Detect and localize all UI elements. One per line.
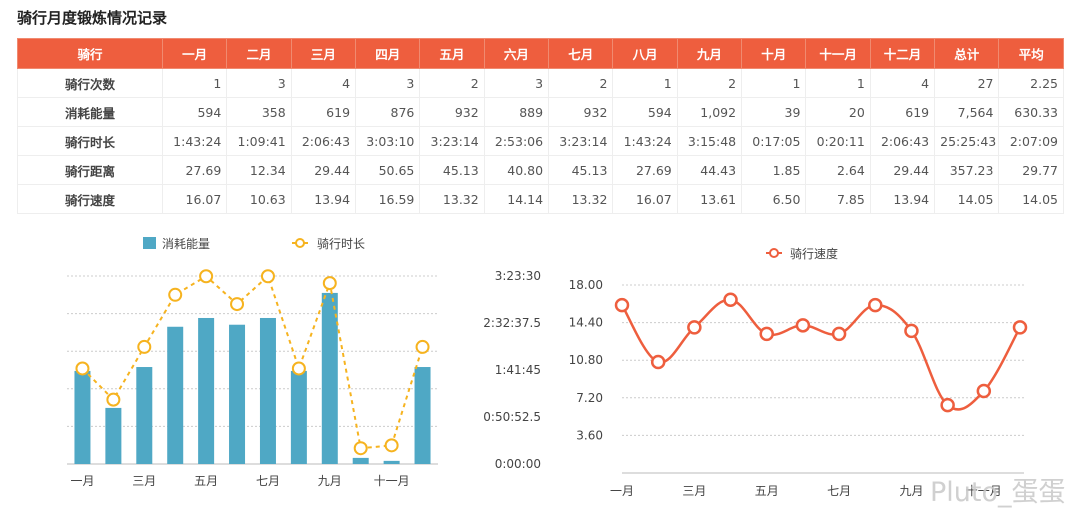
y-tick-label: 7.20 xyxy=(576,391,603,405)
point-duration xyxy=(230,297,245,312)
point-speed xyxy=(614,297,630,313)
line-speed xyxy=(620,298,1022,411)
point-speed xyxy=(868,297,883,313)
right-axis-tick-label: 0:00:00 xyxy=(495,457,541,471)
point-duration xyxy=(168,287,183,302)
x-tick-label: 十一月 xyxy=(374,474,410,488)
point-speed xyxy=(650,354,666,370)
legend-label: 骑行时长 xyxy=(317,237,365,251)
bar-energy xyxy=(74,370,91,464)
bar-energy xyxy=(198,317,215,464)
bar-energy xyxy=(290,370,307,464)
right-axis-tick-label: 3:23:30 xyxy=(495,269,541,283)
point-speed xyxy=(940,397,955,413)
bar-energy xyxy=(414,367,431,464)
bar-energy xyxy=(259,317,276,464)
x-tick-label: 三月 xyxy=(132,474,156,488)
point-duration xyxy=(322,276,337,291)
point-speed xyxy=(976,383,992,399)
point-duration xyxy=(353,441,368,456)
point-duration xyxy=(199,269,214,284)
x-tick-label: 五月 xyxy=(194,474,218,488)
line-duration xyxy=(81,274,424,450)
legend-label: 骑行速度 xyxy=(790,246,838,261)
point-speed xyxy=(687,320,702,335)
point-speed xyxy=(723,292,738,307)
x-tick-label: 五月 xyxy=(755,484,779,498)
bar-energy xyxy=(321,292,338,464)
bar-energy xyxy=(167,326,184,464)
legend-line-swatch xyxy=(769,248,779,258)
point-duration xyxy=(106,392,121,407)
x-tick-label: 一月 xyxy=(70,474,94,488)
right-axis-tick-label: 0:50:52.5 xyxy=(483,410,541,424)
y-tick-label: 3.60 xyxy=(576,428,603,442)
right-axis-tick-label: 2:32:37.5 xyxy=(483,316,541,330)
x-tick-label: 七月 xyxy=(256,474,280,488)
legend-label: 消耗能量 xyxy=(162,237,210,251)
point-speed xyxy=(759,326,774,342)
point-duration xyxy=(137,339,152,354)
legend-line-swatch xyxy=(295,238,305,248)
point-duration xyxy=(75,361,90,376)
x-tick-label: 一月 xyxy=(610,484,634,498)
y-tick-label: 18.00 xyxy=(569,278,603,292)
bar-energy xyxy=(229,324,246,464)
point-speed xyxy=(904,323,919,339)
point-duration xyxy=(291,361,306,376)
right-axis-tick-label: 1:41:45 xyxy=(495,363,541,377)
bar-energy xyxy=(352,457,369,464)
y-tick-label: 14.40 xyxy=(569,316,603,330)
x-tick-label: 九月 xyxy=(318,474,342,488)
point-speed xyxy=(795,318,811,333)
y-tick-label: 10.80 xyxy=(569,353,603,367)
watermark: Pluto_蛋蛋 xyxy=(930,477,1066,508)
x-tick-label: 三月 xyxy=(682,484,706,498)
point-speed xyxy=(831,326,847,342)
charts: 0:00:00 0:50:52.5 1:41:45 2:32:37.5 3:23:30 一… xyxy=(67,237,1028,498)
bar-energy xyxy=(105,407,122,464)
bar-energy xyxy=(136,367,153,464)
x-tick-label: 九月 xyxy=(899,484,923,498)
x-tick-label: 七月 xyxy=(827,484,851,498)
legend-bar-swatch xyxy=(143,237,156,249)
point-speed xyxy=(1012,320,1028,335)
point-duration xyxy=(260,269,275,284)
bar-energy xyxy=(383,460,400,464)
point-duration xyxy=(384,438,399,453)
point-duration xyxy=(415,339,430,354)
